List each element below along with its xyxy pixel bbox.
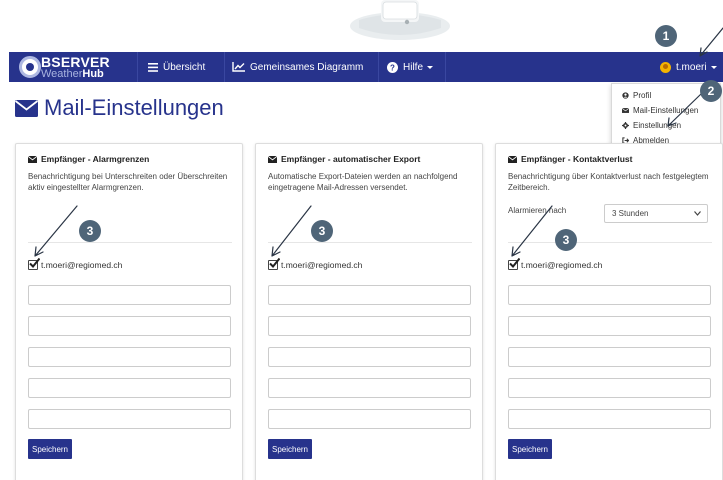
- email-field[interactable]: [28, 409, 231, 429]
- dropdown-item-mail-settings[interactable]: Mail-Einstellungen: [612, 103, 720, 118]
- nav-item-label: Hilfe: [403, 61, 424, 73]
- envelope-icon: [508, 155, 517, 163]
- email-field[interactable]: [508, 378, 711, 398]
- nav-item-shared-chart[interactable]: Gemeinsames Diagramm: [232, 52, 363, 82]
- recipient-checkbox[interactable]: t.moeri@regiomed.ch: [268, 257, 363, 270]
- email-field[interactable]: [28, 378, 231, 398]
- list-icon: [148, 62, 158, 72]
- annotation-badge: 3: [79, 220, 101, 242]
- logo-sub-text: WeatherHub: [41, 68, 104, 80]
- nav-item-label: Gemeinsames Diagramm: [250, 61, 364, 73]
- panel-description: Benachrichtigung über Kontaktverlust nac…: [508, 172, 709, 192]
- panel-title: Empfänger - automatischer Export: [268, 154, 420, 164]
- annotation-badge: 1: [655, 25, 677, 47]
- email-field[interactable]: [28, 316, 231, 336]
- user-circle-icon: [622, 92, 629, 99]
- email-field[interactable]: [508, 316, 711, 336]
- user-name: t.moeri: [676, 61, 707, 73]
- panel-title: Empfänger - Kontaktverlust: [508, 154, 632, 164]
- chevron-down-icon: [694, 211, 701, 216]
- envelope-icon: [622, 107, 629, 113]
- user-menu-toggle[interactable]: t.moeri: [660, 52, 717, 82]
- divider: [28, 242, 232, 243]
- sensor-device-image: [350, 0, 450, 40]
- email-field[interactable]: [508, 285, 711, 305]
- chevron-down-icon: [710, 65, 717, 69]
- nav-item-overview[interactable]: Übersicht: [148, 52, 205, 82]
- panel-title: Empfänger - Alarmgrenzen: [28, 154, 149, 164]
- recipient-checkbox[interactable]: t.moeri@regiomed.ch: [28, 257, 123, 270]
- help-circle-icon: ?: [387, 61, 398, 73]
- dropdown-item-settings[interactable]: Einstellungen: [612, 118, 720, 133]
- user-icon: [660, 61, 671, 73]
- email-field[interactable]: [28, 285, 231, 305]
- recipient-email: t.moeri@regiomed.ch: [521, 260, 603, 270]
- annotation-badge: 2: [700, 80, 722, 102]
- email-field[interactable]: [28, 347, 231, 367]
- page-title: Mail-Einstellungen: [15, 95, 224, 121]
- alarm-after-select[interactable]: 3 Stunden: [604, 204, 708, 223]
- save-button[interactable]: Speichern: [268, 439, 312, 459]
- email-field[interactable]: [508, 409, 711, 429]
- gear-icon: [622, 122, 629, 129]
- recipient-checkbox[interactable]: t.moeri@regiomed.ch: [508, 257, 603, 270]
- annotation-badge: 3: [311, 220, 333, 242]
- observer-weatherhub-logo[interactable]: BSERVER WeatherHub: [19, 55, 127, 81]
- nav-item-help[interactable]: ? Hilfe: [387, 52, 434, 82]
- checkbox-checked-icon[interactable]: [28, 257, 40, 270]
- divider: [508, 242, 712, 243]
- email-field[interactable]: [268, 378, 471, 398]
- svg-text:?: ?: [390, 63, 395, 72]
- panel-contact-loss: Empfänger - Kontaktverlust Benachrichtig…: [495, 143, 723, 480]
- annotation-badge: 3: [555, 229, 577, 251]
- chevron-down-icon: [427, 65, 434, 69]
- envelope-icon: [268, 155, 277, 163]
- checkbox-checked-icon[interactable]: [508, 257, 520, 270]
- nav-item-label: Übersicht: [163, 61, 206, 73]
- panel-automatic-export: Empfänger - automatischer Export Automat…: [255, 143, 483, 480]
- logo-main-text: BSERVER: [41, 54, 110, 70]
- panel-alarm-limits: Empfänger - Alarmgrenzen Benachrichtigun…: [15, 143, 243, 480]
- alarm-after-label: Alarmieren nach: [508, 206, 567, 215]
- alarm-after-value: 3 Stunden: [612, 209, 649, 218]
- recipient-email: t.moeri@regiomed.ch: [281, 260, 363, 270]
- checkbox-checked-icon[interactable]: [268, 257, 280, 270]
- email-field[interactable]: [268, 285, 471, 305]
- line-chart-icon: [232, 62, 245, 72]
- panel-description: Benachrichtigung bei Unterschreiten oder…: [28, 172, 228, 192]
- save-button[interactable]: Speichern: [508, 439, 552, 459]
- email-field[interactable]: [268, 347, 471, 367]
- envelope-icon: [15, 99, 38, 117]
- email-field[interactable]: [268, 316, 471, 336]
- panel-description: Automatische Export-Dateien werden an na…: [268, 172, 458, 192]
- recipient-email: t.moeri@regiomed.ch: [41, 260, 123, 270]
- divider: [268, 242, 472, 243]
- top-navbar: BSERVER WeatherHub Übersicht Gemeinsames…: [9, 52, 723, 82]
- email-field[interactable]: [268, 409, 471, 429]
- envelope-icon: [28, 155, 37, 163]
- logo-mark-icon: [19, 56, 41, 78]
- save-button[interactable]: Speichern: [28, 439, 72, 459]
- page-title-text: Mail-Einstellungen: [44, 95, 224, 120]
- email-field[interactable]: [508, 347, 711, 367]
